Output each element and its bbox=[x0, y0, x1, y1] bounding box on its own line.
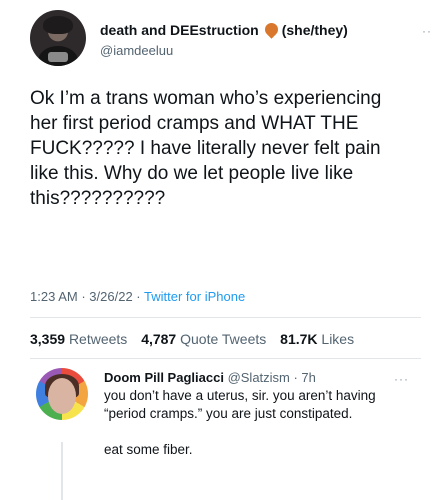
thread-connector-line bbox=[61, 442, 63, 500]
flame-emoji-icon bbox=[261, 20, 281, 39]
reply-handle-time[interactable]: @Slatzism · 7h bbox=[228, 370, 316, 385]
reply-avatar-face bbox=[48, 378, 76, 414]
tweet-timestamp-row: 1:23 AM · 3/26/22 · Twitter for iPhone bbox=[30, 289, 245, 304]
retweets-count[interactable]: 3,359 bbox=[30, 331, 65, 347]
avatar-hair bbox=[43, 16, 73, 34]
likes-count[interactable]: 81.7K bbox=[280, 331, 317, 347]
reply-header: Doom Pill Pagliacci @Slatzism · 7h bbox=[104, 370, 316, 385]
author-name[interactable]: death and DEEstruction bbox=[100, 22, 259, 38]
tweet-client-link[interactable]: Twitter for iPhone bbox=[144, 289, 245, 304]
tweet-time[interactable]: 1:23 AM bbox=[30, 289, 78, 304]
reply-more-options-icon[interactable]: ··· bbox=[394, 372, 409, 386]
quote-tweets-count[interactable]: 4,787 bbox=[141, 331, 176, 347]
separator-dot: · bbox=[81, 289, 86, 304]
retweets-label[interactable]: Retweets bbox=[69, 331, 127, 347]
likes-label[interactable]: Likes bbox=[321, 331, 354, 347]
author-avatar[interactable] bbox=[30, 10, 86, 66]
author-name-row[interactable]: death and DEEstruction (she/they) bbox=[100, 20, 348, 39]
tweet-header: death and DEEstruction (she/they) @iamdee… bbox=[30, 10, 433, 70]
tweet-date[interactable]: 3/26/22 bbox=[89, 289, 132, 304]
author-handle[interactable]: @iamdeeluu bbox=[100, 43, 173, 58]
tweet-stats: 3,359 Retweets 4,787 Quote Tweets 81.7K … bbox=[30, 331, 354, 347]
more-options-icon[interactable]: ··· bbox=[422, 24, 433, 38]
divider-top bbox=[30, 317, 421, 318]
quote-tweets-label[interactable]: Quote Tweets bbox=[180, 331, 266, 347]
reply-author-name[interactable]: Doom Pill Pagliacci bbox=[104, 370, 224, 385]
separator-dot: · bbox=[136, 289, 141, 304]
reply-text: you don’t have a uterus, sir. you aren’t… bbox=[104, 388, 376, 457]
reply-author-avatar[interactable] bbox=[36, 368, 88, 420]
tweet-text: Ok I’m a trans woman who’s experiencing … bbox=[30, 88, 382, 209]
divider-bottom bbox=[30, 358, 421, 359]
avatar-shirt-print bbox=[48, 52, 68, 62]
reply-tweet[interactable]: Doom Pill Pagliacci @Slatzism · 7h ··· y… bbox=[36, 364, 416, 494]
author-pronouns: (she/they) bbox=[281, 22, 348, 38]
